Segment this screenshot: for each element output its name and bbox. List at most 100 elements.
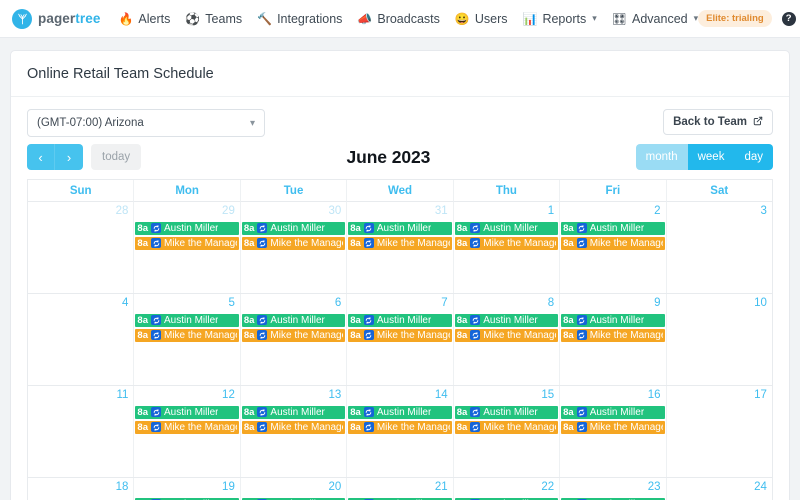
calendar-day-cell[interactable]: 4 [28, 294, 134, 385]
nav-item-teams[interactable]: ⚽ Teams [185, 12, 242, 26]
recurring-icon [151, 422, 161, 432]
nav-item-reports[interactable]: 📊 Reports ▾ [523, 12, 597, 26]
page-toolbar: (GMT-07:00) Arizona ▾ Back to Team [11, 97, 789, 137]
calendar-day-cell[interactable]: 10 [667, 294, 772, 385]
calendar-day-cell[interactable]: 298aAustin Miller8aMike the Manager [134, 202, 240, 293]
event-title: Mike the Manager [164, 422, 237, 433]
event-title: Mike the Manager [483, 238, 556, 249]
calendar-day-cell[interactable]: 88aAustin Miller8aMike the Manager [454, 294, 560, 385]
view-button-day[interactable]: day [734, 144, 773, 170]
view-button-month[interactable]: month [636, 144, 688, 170]
today-button[interactable]: today [91, 144, 141, 170]
back-to-team-button[interactable]: Back to Team [663, 109, 773, 135]
help-icon[interactable]: ? [782, 12, 796, 26]
calendar-event[interactable]: 8aAustin Miller [242, 222, 345, 235]
calendar-day-cell[interactable]: 228aAustin Miller [454, 478, 560, 500]
calendar-day-cell[interactable]: 3 [667, 202, 772, 293]
calendar-event[interactable]: 8aMike the Manager [348, 421, 451, 434]
calendar-day-cell[interactable]: 218aAustin Miller [347, 478, 453, 500]
calendar-event[interactable]: 8aMike the Manager [455, 237, 558, 250]
calendar-event[interactable]: 8aMike the Manager [561, 329, 664, 342]
day-number: 22 [454, 480, 559, 498]
calendar-event[interactable]: 8aMike the Manager [242, 421, 345, 434]
calendar-event[interactable]: 8aMike the Manager [348, 237, 451, 250]
day-number: 9 [560, 296, 665, 314]
chevron-down-icon: ▾ [592, 13, 597, 24]
calendar-event[interactable]: 8aMike the Manager [135, 237, 238, 250]
calendar-day-cell[interactable]: 18a Austin Miller 8aMike the Manager [454, 202, 560, 293]
calendar-event[interactable]: 8aAustin Miller [455, 314, 558, 327]
calendar-event[interactable]: 8aAustin Miller [242, 314, 345, 327]
calendar-event[interactable]: 8aMike the Manager [455, 329, 558, 342]
calendar-event[interactable]: 8aMike the Manager [135, 329, 238, 342]
nav-item-alerts[interactable]: 🔥 Alerts [118, 12, 170, 26]
day-events: 8aAustin Miller 8aMike the Manager [241, 314, 346, 342]
calendar-day-cell[interactable]: 208aAustin Miller [241, 478, 347, 500]
brand-logo[interactable]: pagertree [12, 9, 100, 29]
next-month-button[interactable]: › [55, 144, 83, 170]
calendar-day-cell[interactable]: 198aAustin Miller [134, 478, 240, 500]
calendar-day-cell[interactable]: 28aAustin Miller8aMike the Manager [560, 202, 666, 293]
calendar-day-cell[interactable]: 58aAustin Miller8aMike the Manager [134, 294, 240, 385]
calendar-event[interactable]: 8aAustin Miller [561, 314, 664, 327]
calendar-event[interactable]: 8aAustin Miller [561, 222, 664, 235]
calendar-day-cell[interactable]: 318aAustin Miller8aMike the Manager [347, 202, 453, 293]
calendar-event[interactable]: 8aAustin Miller [348, 222, 451, 235]
recurring-icon [151, 238, 161, 248]
calendar-day-cell[interactable]: 68aAustin Miller8aMike the Manager [241, 294, 347, 385]
calendar-day-cell[interactable]: 308aAustin Miller 8aMike the Manager [241, 202, 347, 293]
calendar-day-cell[interactable]: 78aAustin Miller8aMike the Manager [347, 294, 453, 385]
prev-month-button[interactable]: ‹ [27, 144, 55, 170]
event-time: 8a [350, 330, 361, 341]
calendar-event[interactable]: 8aMike the Manager [135, 421, 238, 434]
calendar-day-cell[interactable]: 168aAustin Miller8aMike the Manager [560, 386, 666, 477]
event-title: Austin Miller [483, 223, 537, 234]
calendar-event[interactable]: 8aAustin Miller [455, 406, 558, 419]
event-time: 8a [563, 407, 574, 418]
calendar-event[interactable]: 8aAustin Miller [135, 314, 238, 327]
recurring-icon [577, 407, 587, 417]
calendar-day-cell[interactable]: 24 [667, 478, 772, 500]
calendar-event[interactable]: 8aMike the Manager [561, 421, 664, 434]
event-title: Austin Miller [164, 223, 218, 234]
event-title: Mike the Manager [590, 330, 663, 341]
calendar-day-cell[interactable]: 128aAustin Miller8aMike the Manager [134, 386, 240, 477]
nav-item-broadcasts[interactable]: 📣 Broadcasts [357, 12, 439, 26]
calendar-event[interactable]: 8aAustin Miller [348, 406, 451, 419]
calendar-day-cell[interactable]: 148aAustin Miller8aMike the Manager [347, 386, 453, 477]
nav-item-users[interactable]: 😀 Users [455, 12, 508, 26]
calendar-event[interactable]: 8aMike the Manager [242, 237, 345, 250]
calendar-event[interactable]: 8aMike the Manager [455, 421, 558, 434]
day-number: 30 [241, 204, 346, 222]
calendar-day-cell[interactable]: 17 [667, 386, 772, 477]
calendar-event[interactable]: 8aAustin Miller [242, 406, 345, 419]
calendar-day-cell[interactable]: 18 [28, 478, 134, 500]
event-time: 8a [457, 223, 468, 234]
event-time: 8a [350, 315, 361, 326]
calendar-event[interactable]: 8aAustin Miller [561, 406, 664, 419]
event-title: Mike the Manager [590, 422, 663, 433]
calendar-day-cell[interactable]: 158aAustin Miller8aMike the Manager [454, 386, 560, 477]
calendar-day-cell[interactable]: 238aAustin Miller [560, 478, 666, 500]
calendar-day-cell[interactable]: 11 [28, 386, 134, 477]
day-number: 1 [454, 204, 559, 222]
calendar-day-cell[interactable]: 28 [28, 202, 134, 293]
calendar-event[interactable]: 8aAustin Miller [135, 406, 238, 419]
view-button-week[interactable]: week [688, 144, 735, 170]
nav-item-advanced[interactable]: 🎛 Advanced ▾ [612, 12, 698, 26]
weekday-header-thu: Thu [454, 180, 560, 202]
calendar-day-cell[interactable]: 98aAustin Miller 8aMike the Manager [560, 294, 666, 385]
plan-status-badge[interactable]: Elite: trialing [698, 10, 772, 27]
calendar-day-cell[interactable]: 138aAustin Miller8aMike the Manager [241, 386, 347, 477]
calendar-event[interactable]: 8aMike the Manager [242, 329, 345, 342]
calendar-event[interactable]: 8a Austin Miller [455, 222, 558, 235]
event-time: 8a [137, 315, 148, 326]
calendar-event[interactable]: 8aAustin Miller [348, 314, 451, 327]
calendar-event[interactable]: 8aMike the Manager [348, 329, 451, 342]
nav-item-integrations[interactable]: 🔨 Integrations [257, 12, 342, 26]
timezone-value: (GMT-07:00) Arizona [37, 117, 144, 129]
timezone-select[interactable]: (GMT-07:00) Arizona ▾ [27, 109, 265, 137]
recurring-icon [257, 238, 267, 248]
calendar-event[interactable]: 8aAustin Miller [135, 222, 238, 235]
calendar-event[interactable]: 8aMike the Manager [561, 237, 664, 250]
